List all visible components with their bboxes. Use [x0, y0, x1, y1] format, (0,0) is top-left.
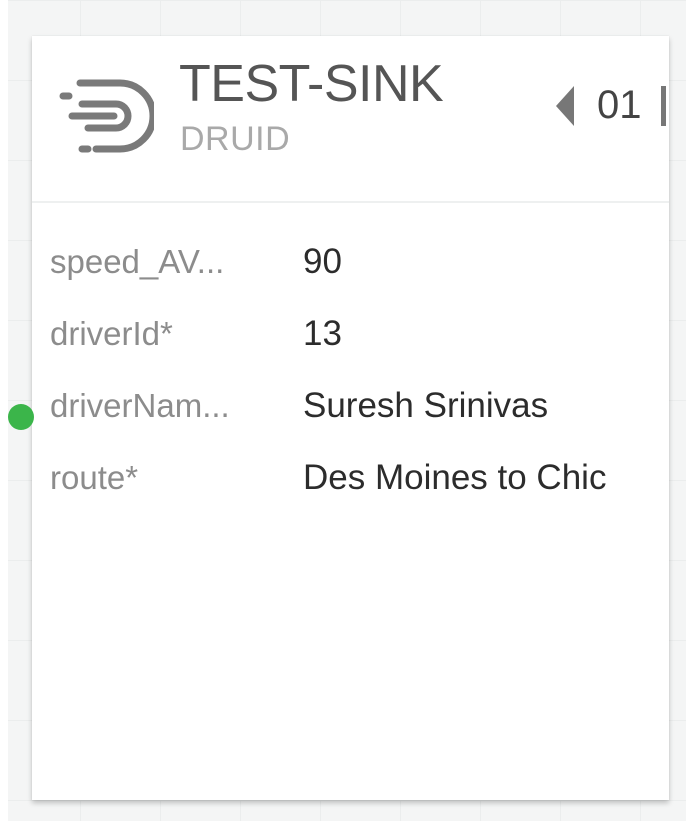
field-name: driverId*: [50, 315, 173, 352]
sink-icon: [59, 79, 154, 153]
node-header: TEST-SINK DRUID 01: [32, 36, 669, 203]
field-row: speed_AV... 90: [32, 242, 669, 314]
input-port[interactable]: [8, 404, 34, 430]
field-list: speed_AV... 90 driverId* 13 driverNam...…: [32, 242, 669, 530]
parallelism-decrease-arrow-icon[interactable]: [556, 86, 574, 126]
field-value: 90: [303, 242, 342, 281]
node-type-label: DRUID: [180, 120, 291, 158]
field-name: route*: [50, 459, 139, 496]
canvas-edge: [0, 0, 8, 821]
field-value: Des Moines to Chic: [303, 458, 607, 497]
field-name: speed_AV...: [50, 243, 225, 280]
field-value: 13: [303, 314, 342, 353]
field-row: route* Des Moines to Chic: [32, 458, 669, 530]
parallelism-increase-control[interactable]: [661, 86, 666, 126]
node-title: TEST-SINK: [179, 55, 444, 113]
field-name: driverNam...: [50, 387, 230, 424]
field-value: Suresh Srinivas: [303, 386, 549, 425]
field-row: driverNam... Suresh Srinivas: [32, 386, 669, 458]
field-row: driverId* 13: [32, 314, 669, 386]
sink-node-card[interactable]: TEST-SINK DRUID 01 speed_AV... 90 driver…: [32, 36, 669, 800]
parallelism-value: 01: [597, 83, 642, 127]
